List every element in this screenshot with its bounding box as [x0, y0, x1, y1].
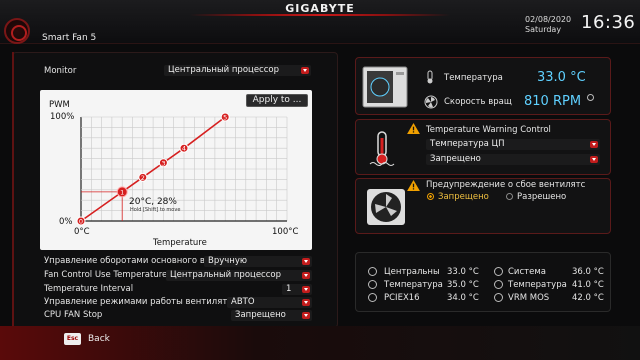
fan-fail-enabled-label[interactable]: Разрешено	[517, 192, 566, 202]
esc-key-icon[interactable]: Esc	[64, 333, 81, 345]
x-min-label: 0°C	[74, 227, 90, 237]
hm-value: 34.0 °C	[447, 293, 479, 303]
y-min-label: 0%	[59, 217, 73, 227]
hm-label: VRM MOS	[508, 293, 550, 303]
curve-point-label: 0	[79, 218, 83, 226]
fan-mode-value: АВТО	[231, 297, 255, 307]
fan-fail-title: Предупреждение о сбое вентилятс	[426, 180, 586, 190]
hm-value: 35.0 °C	[447, 280, 479, 290]
temp-warning-source-select[interactable]: Температура ЦП	[426, 139, 600, 150]
chevron-down-icon	[590, 141, 598, 148]
chevron-down-icon	[302, 299, 310, 306]
smart-fan-logo-icon	[4, 18, 30, 44]
hm-label: Температура	[384, 280, 443, 290]
gear-icon	[587, 94, 594, 101]
curve-point-label: 3	[161, 159, 165, 167]
hm-label: Температура	[508, 280, 567, 290]
warning-icon	[407, 180, 420, 191]
weekday-text: Saturday	[525, 25, 562, 34]
hm-label: PCIEX16	[384, 293, 420, 303]
curve-point-label: 2	[141, 174, 145, 182]
chevron-down-icon	[302, 312, 310, 319]
radio-enabled[interactable]	[506, 193, 513, 200]
curve-point-label: 4	[182, 145, 186, 153]
cpu-fan-stop-select[interactable]: Запрещено	[231, 310, 312, 321]
point-readout: 20°C, 28%	[129, 197, 177, 207]
thermometer-icon	[368, 293, 377, 302]
monitor-label: Monitor	[44, 66, 77, 76]
temp-warning-source-value: Температура ЦП	[430, 139, 505, 149]
fan-speed-control-select[interactable]: Вручную	[204, 256, 312, 267]
thermometer-icon	[494, 267, 503, 276]
hm-label: Система	[508, 267, 546, 277]
thermometer-icon	[368, 267, 377, 276]
hm-value: 41.0 °C	[572, 280, 604, 290]
chevron-down-icon	[302, 272, 310, 279]
x-max-label: 100°C	[272, 227, 299, 237]
monitor-select[interactable]: Центральный процессор	[164, 65, 311, 76]
fan-mode-label: Управление режимами работы вентилятора	[44, 297, 244, 307]
date-text: 02/08/2020	[525, 15, 572, 24]
fan-icon	[424, 95, 438, 109]
fan-curve-chart[interactable]: 0 1 2 3 4 5	[40, 90, 312, 250]
clock-time: 16:36	[581, 12, 636, 33]
temp-warning-value-select[interactable]: Запрещено	[426, 154, 600, 165]
fan-fail-disabled-label[interactable]: Запрещено	[438, 192, 489, 202]
temp-warning-title: Temperature Warning Control	[426, 125, 551, 135]
radio-disabled[interactable]	[427, 193, 434, 200]
fan-fail-icon	[367, 189, 405, 225]
y-max-label: 100%	[50, 112, 75, 122]
temp-interval-label: Temperature Interval	[44, 284, 134, 294]
temp-warning-value: Запрещено	[430, 154, 481, 164]
fan-mode-select[interactable]: АВТО	[227, 297, 312, 308]
status-speed-value: 810 RPM	[524, 94, 582, 109]
status-speed-label: Скорость вращ	[444, 97, 512, 107]
temp-input-select[interactable]: Центральный процессор	[166, 270, 312, 281]
overheat-thermometer-icon	[369, 131, 395, 166]
status-temp-label: Температура	[444, 73, 503, 83]
back-button[interactable]: Back	[88, 334, 110, 344]
chevron-down-icon	[302, 286, 310, 293]
temp-input-value: Центральный процессор	[170, 270, 281, 280]
hm-label: Центральны	[384, 267, 440, 277]
temp-interval-value: 1	[286, 284, 292, 294]
chevron-down-icon	[590, 156, 598, 163]
status-temp-value: 33.0 °C	[537, 70, 586, 85]
thermometer-icon	[427, 70, 433, 84]
chevron-down-icon	[302, 258, 310, 265]
brand-stripe	[190, 14, 450, 16]
hm-value: 42.0 °C	[572, 293, 604, 303]
x-axis-title: Temperature	[153, 238, 207, 248]
hm-value: 36.0 °C	[572, 267, 604, 277]
cpu-fan-stop-value: Запрещено	[235, 310, 286, 320]
curve-point-label: 1	[120, 188, 124, 196]
temp-interval-select[interactable]: 1	[282, 284, 312, 295]
page-title: Smart Fan 5	[42, 33, 97, 43]
panel-accent	[12, 52, 14, 328]
y-axis-title: PWM	[49, 100, 70, 110]
monitor-select-value: Центральный процессор	[168, 65, 279, 75]
cpu-fan-stop-label: CPU FAN Stop	[44, 310, 103, 320]
thermometer-icon	[494, 280, 503, 289]
chevron-down-icon	[301, 67, 309, 74]
warning-icon	[407, 123, 420, 134]
date-display: 02/08/2020 Saturday	[525, 15, 571, 35]
thermometer-icon	[368, 280, 377, 289]
curve-point-label: 5	[223, 114, 227, 122]
fan-speed-control-value: Вручную	[208, 256, 248, 266]
thermometer-icon	[494, 293, 503, 302]
drag-hint: Hold [Shift] to move	[130, 207, 181, 213]
pc-case-icon	[362, 66, 408, 108]
hm-value: 33.0 °C	[447, 267, 479, 277]
